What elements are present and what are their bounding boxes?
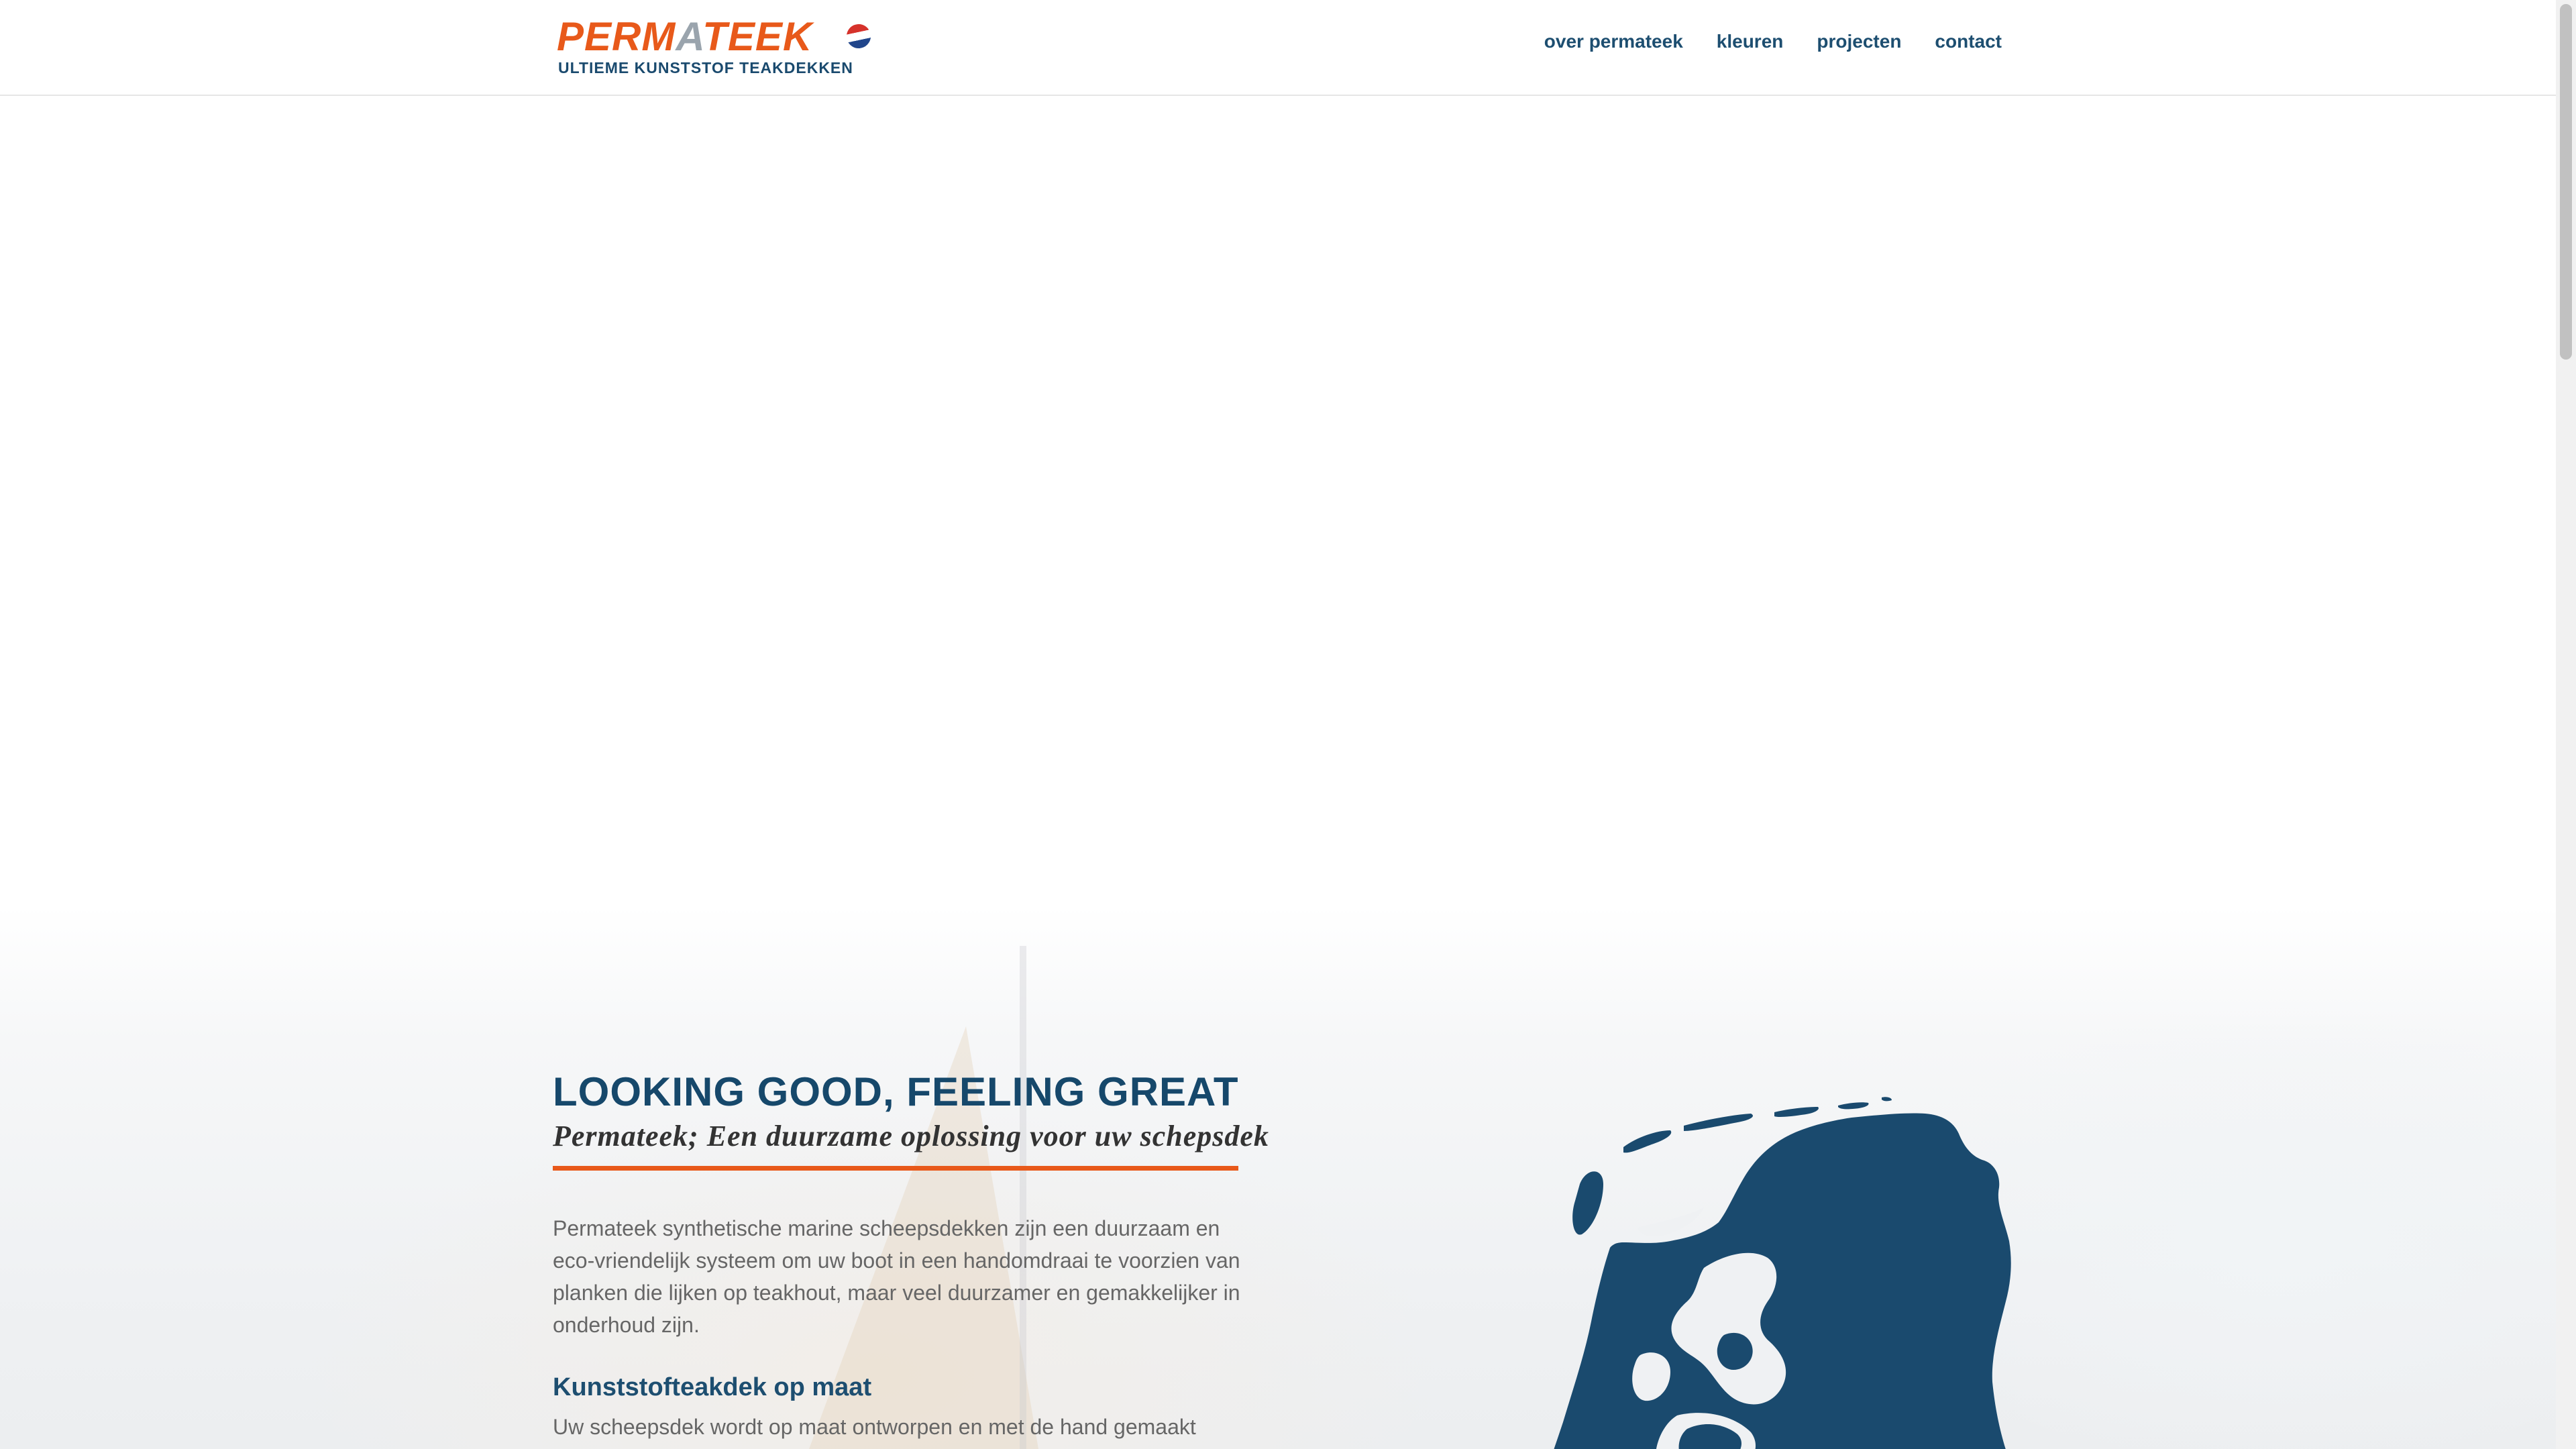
section-title: Kunststofteakdek op maat [553, 1373, 872, 1401]
intro-paragraph: Permateek synthetische marine scheepsdek… [553, 1216, 1240, 1337]
page-headline: LOOKING GOOD, FEELING GREAT [553, 1069, 1239, 1114]
page-subheadline: Permateek; Een duurzame oplossing voor u… [553, 1120, 1269, 1152]
map-mainland [1554, 1113, 2011, 1449]
map-wadden-gap [1637, 1208, 1704, 1237]
orange-divider [553, 1166, 1238, 1171]
section-paragraph: Uw scheepsdek wordt op maat ontworpen en… [553, 1415, 1196, 1439]
site-header: PERMATEEK ULTIEME KUNSTSTOF TEAKDEKKEN o… [0, 0, 2556, 96]
hero-background [0, 906, 2556, 1449]
nav-item-contact[interactable]: contact [1935, 28, 2002, 55]
page-scrollbar[interactable] [2556, 0, 2576, 1449]
nav-item-projecten[interactable]: projecten [1817, 28, 1901, 55]
site-logo[interactable]: PERMATEEK ULTIEME KUNSTSTOF TEAKDEKKEN [557, 14, 875, 78]
map-island-terschelling [1684, 1114, 1753, 1131]
map-island-texel [1572, 1171, 1603, 1235]
main-nav: over permateek kleuren projecten contact [1544, 28, 2002, 55]
logo-tagline: ULTIEME KUNSTSTOF TEAKDEKKEN [558, 59, 853, 76]
map-island-rottum [1882, 1097, 1892, 1102]
logo-wordmark: PERMATEEK [557, 14, 813, 59]
map-island-vlieland [1623, 1130, 1672, 1153]
map-island-ameland [1774, 1107, 1819, 1118]
netherlands-flag-icon [843, 20, 875, 52]
map-island-schiermonnikoog [1838, 1102, 1869, 1110]
nav-item-kleuren[interactable]: kleuren [1717, 28, 1784, 55]
intro-content: LOOKING GOOD, FEELING GREAT Permateek; E… [553, 1068, 1269, 1443]
netherlands-map-icon [1554, 1097, 2011, 1449]
nav-item-over-permateek[interactable]: over permateek [1544, 28, 1683, 55]
scrollbar-thumb[interactable] [2560, 4, 2572, 360]
